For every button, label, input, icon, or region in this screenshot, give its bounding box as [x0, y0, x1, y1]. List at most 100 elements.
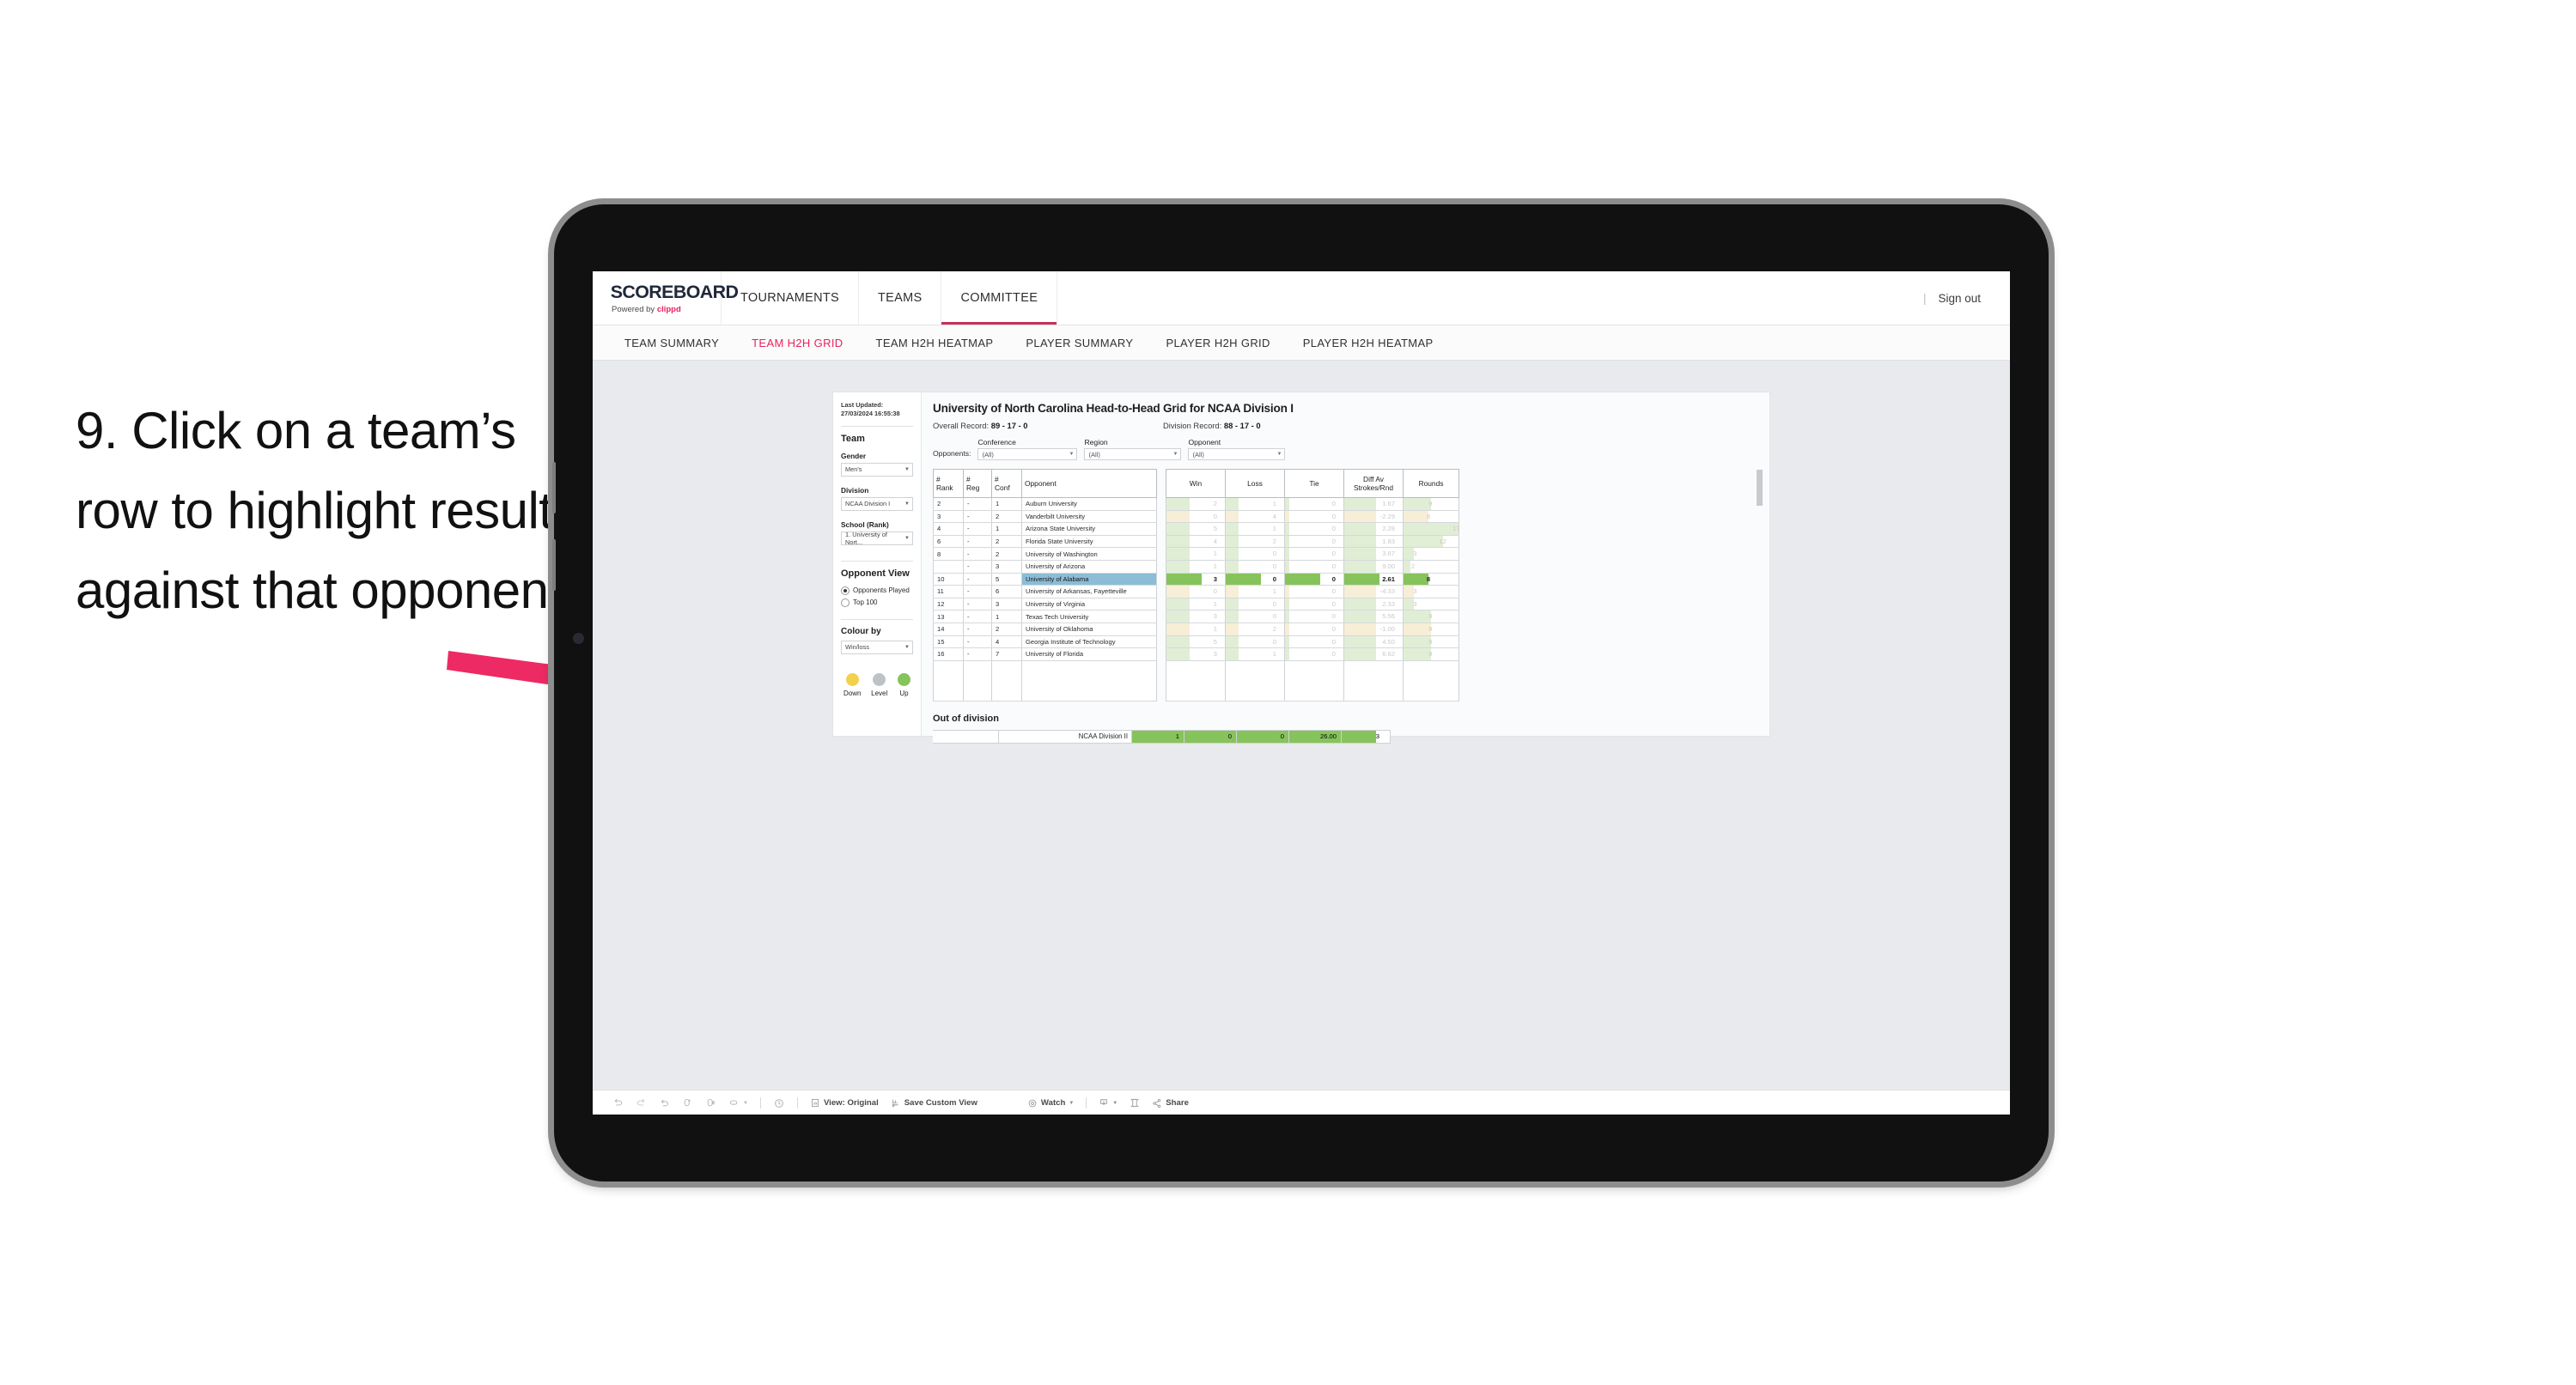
gender-dropdown[interactable]: Men's ▼ — [841, 462, 913, 477]
cell-loss[interactable]: 1 — [1225, 522, 1285, 536]
cell-conf[interactable]: 3 — [991, 598, 1022, 611]
cell-reg[interactable]: - — [963, 598, 992, 611]
cell-win[interactable]: 5 — [1166, 635, 1226, 649]
device-preview-icon[interactable] — [1124, 1097, 1146, 1109]
cell-rounds[interactable]: 3 — [1403, 547, 1459, 561]
reset-icon[interactable]: ▼ — [722, 1097, 754, 1109]
table-row[interactable]: 2-1 Auburn University 2 1 0 1.67 9 — [933, 497, 1459, 511]
cell-opponent[interactable]: Texas Tech University — [1021, 610, 1157, 623]
cell-reg[interactable]: - — [963, 585, 992, 598]
cell-rounds[interactable]: 9 — [1403, 647, 1459, 661]
cell-tie[interactable]: 0 — [1284, 598, 1344, 611]
cell-conf[interactable]: 2 — [991, 547, 1022, 561]
cell-loss[interactable]: 1 — [1225, 647, 1285, 661]
cell-rank[interactable]: 4 — [933, 522, 964, 536]
sign-out-link[interactable]: Sign out — [1938, 292, 1981, 305]
opponent-filter-dropdown[interactable]: (All) ▼ — [1188, 448, 1286, 460]
dropdown-caret-icon[interactable]: ▼ — [1069, 1101, 1074, 1106]
cell-conf[interactable]: 7 — [991, 647, 1022, 661]
cell-rank[interactable]: 6 — [933, 535, 964, 549]
dropdown-caret-icon[interactable]: ▼ — [743, 1101, 748, 1106]
cell-opponent[interactable]: Arizona State University — [1021, 522, 1157, 536]
cell-tie[interactable]: 0 — [1284, 535, 1344, 549]
cell-diff[interactable]: -1.00 — [1343, 623, 1404, 636]
cell-loss[interactable]: 0 — [1225, 610, 1285, 623]
cell-diff[interactable]: -4.33 — [1343, 585, 1404, 598]
download-button[interactable]: ▼ — [1093, 1097, 1124, 1109]
colour-by-dropdown[interactable]: Win/loss ▼ — [841, 640, 913, 654]
table-row[interactable]: 8-2 University of Washington 1 0 0 3.67 3 — [933, 547, 1459, 561]
table-row[interactable]: 6-2 Florida State University 4 2 0 1.83 12 — [933, 535, 1459, 549]
cell-reg[interactable]: - — [963, 573, 992, 586]
cell-diff[interactable]: 2.33 — [1343, 598, 1404, 611]
cell-reg[interactable]: - — [963, 623, 992, 636]
cell-opponent[interactable]: Auburn University — [1021, 497, 1157, 511]
cell-rank[interactable] — [933, 560, 964, 574]
cell-rounds[interactable]: 9 — [1403, 610, 1459, 623]
subnav-team-h2h-grid[interactable]: TEAM H2H GRID — [735, 337, 859, 349]
cell-tie[interactable]: 0 — [1284, 522, 1344, 536]
cell-opponent[interactable]: University of Alabama — [1021, 573, 1157, 586]
cell-diff[interactable]: 3.67 — [1343, 547, 1404, 561]
cell-rank[interactable]: 11 — [933, 585, 964, 598]
cell-loss[interactable]: 0 — [1225, 635, 1285, 649]
cell-rank[interactable]: 13 — [933, 610, 964, 623]
table-row[interactable]: 15-4 Georgia Institute of Technology 5 0 0 4.… — [933, 635, 1459, 649]
table-row[interactable]: 14-2 University of Oklahoma 1 2 0 -1.00 9 — [933, 623, 1459, 636]
pause-autoupdate-icon[interactable] — [767, 1097, 791, 1109]
cell-diff[interactable]: 5.56 — [1343, 610, 1404, 623]
conference-filter-dropdown[interactable]: (All) ▼ — [977, 448, 1078, 460]
cell-loss[interactable]: 0 — [1225, 573, 1285, 586]
cell-win[interactable]: 1 — [1166, 560, 1226, 574]
cell-rank[interactable]: 16 — [933, 647, 964, 661]
cell-win[interactable]: 1 — [1166, 623, 1226, 636]
cell-diff[interactable]: 2.28 — [1343, 522, 1404, 536]
cell-diff[interactable]: 6.62 — [1343, 647, 1404, 661]
table-row[interactable]: 10-5 University of Alabama 3 0 0 2.61 8 — [933, 573, 1459, 586]
cell-diff[interactable]: -2.29 — [1343, 510, 1404, 524]
cell-rank[interactable]: 10 — [933, 573, 964, 586]
cell-conf[interactable]: 2 — [991, 510, 1022, 524]
ood-cell-diff[interactable]: 26.00 — [1288, 729, 1342, 744]
cell-conf[interactable]: 1 — [991, 610, 1022, 623]
cell-diff[interactable]: 1.67 — [1343, 497, 1404, 511]
cell-diff[interactable]: 9.00 — [1343, 560, 1404, 574]
cell-diff[interactable]: 2.61 — [1343, 573, 1404, 586]
redo-icon[interactable] — [630, 1097, 653, 1109]
cell-loss[interactable]: 1 — [1225, 585, 1285, 598]
cell-rounds[interactable]: 9 — [1403, 623, 1459, 636]
cell-loss[interactable]: 2 — [1225, 535, 1285, 549]
cell-opponent[interactable]: University of Oklahoma — [1021, 623, 1157, 636]
cell-opponent[interactable]: Georgia Institute of Technology — [1021, 635, 1157, 649]
cell-reg[interactable]: - — [963, 560, 992, 574]
cell-loss[interactable]: 4 — [1225, 510, 1285, 524]
school-dropdown[interactable]: 1. University of Nort... ▼ — [841, 531, 913, 546]
dropdown-caret-icon[interactable]: ▼ — [1112, 1101, 1117, 1106]
cell-tie[interactable]: 0 — [1284, 647, 1344, 661]
cell-conf[interactable]: 2 — [991, 535, 1022, 549]
nav-tournaments[interactable]: TOURNAMENTS — [722, 271, 860, 325]
cell-loss[interactable]: 0 — [1225, 598, 1285, 611]
cell-win[interactable]: 2 — [1166, 497, 1226, 511]
region-filter-dropdown[interactable]: (All) ▼ — [1084, 448, 1182, 460]
cell-tie[interactable]: 0 — [1284, 635, 1344, 649]
cell-conf[interactable]: 2 — [991, 623, 1022, 636]
cell-rounds[interactable]: 2 — [1403, 560, 1459, 574]
cell-loss[interactable]: 0 — [1225, 560, 1285, 574]
view-original-button[interactable]: View: Original — [804, 1097, 885, 1109]
cell-opponent[interactable]: University of Washington — [1021, 547, 1157, 561]
cell-loss[interactable]: 0 — [1225, 547, 1285, 561]
ood-cell-loss[interactable]: 0 — [1184, 729, 1237, 744]
cell-rounds[interactable]: 8 — [1403, 510, 1459, 524]
cell-rank[interactable]: 14 — [933, 623, 964, 636]
cell-rank[interactable]: 12 — [933, 598, 964, 611]
cell-reg[interactable]: - — [963, 522, 992, 536]
cell-win[interactable]: 5 — [1166, 522, 1226, 536]
cell-conf[interactable]: 1 — [991, 497, 1022, 511]
cell-opponent[interactable]: University of Virginia — [1021, 598, 1157, 611]
cell-tie[interactable]: 0 — [1284, 510, 1344, 524]
cell-conf[interactable]: 1 — [991, 522, 1022, 536]
cell-reg[interactable]: - — [963, 647, 992, 661]
cell-loss[interactable]: 1 — [1225, 497, 1285, 511]
ood-cell-win[interactable]: 1 — [1131, 729, 1184, 744]
